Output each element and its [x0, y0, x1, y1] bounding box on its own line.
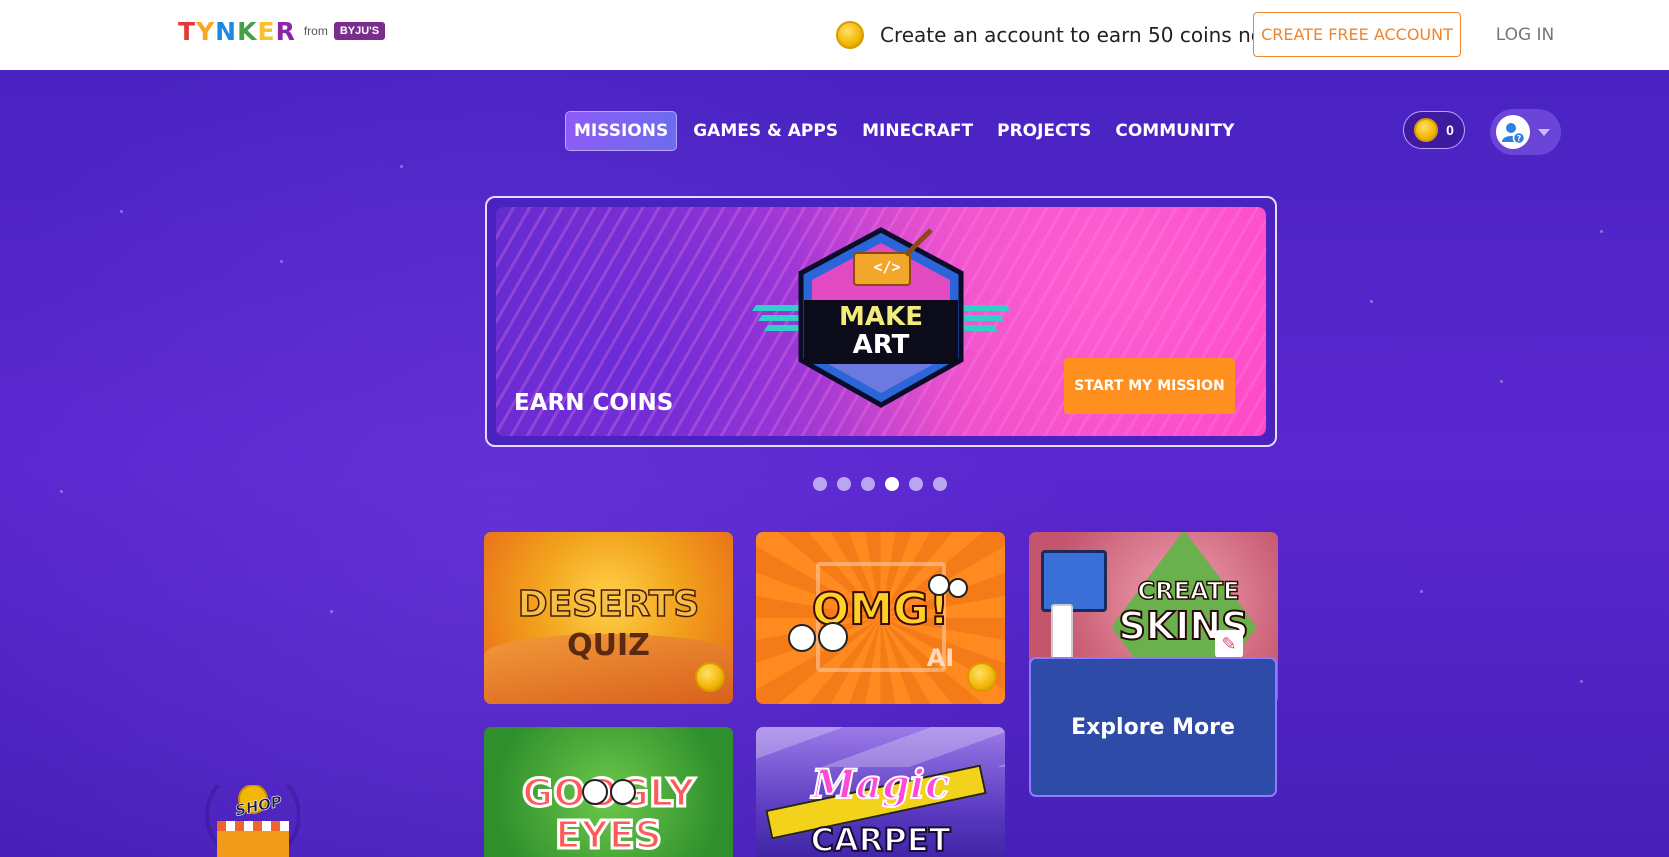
nav-community[interactable]: COMMUNITY: [1107, 112, 1242, 150]
star-decoration: [1580, 680, 1583, 683]
profile-menu[interactable]: ?: [1490, 109, 1561, 155]
carousel-dot[interactable]: [909, 477, 923, 491]
card-title-line1: GOOGLY: [521, 770, 697, 817]
coin-count: 0: [1446, 122, 1454, 138]
card-title-line2: CARPET: [809, 820, 951, 857]
carousel-dot[interactable]: [861, 477, 875, 491]
logo-from-text: from: [303, 24, 328, 38]
nav-missions[interactable]: MISSIONS: [565, 111, 678, 151]
nav-games-apps[interactable]: GAMES & APPS: [685, 112, 846, 150]
star-decoration: [120, 210, 123, 213]
byjus-badge: BYJU'S: [333, 22, 386, 40]
main-nav: MISSIONS GAMES & APPS MINECRAFT PROJECTS…: [565, 111, 1250, 151]
nav-minecraft[interactable]: MINECRAFT: [854, 112, 981, 150]
googly-eye-icon: [948, 578, 968, 598]
card-title-line2: EYES: [554, 812, 664, 857]
star-decoration: [1500, 380, 1503, 383]
coin-icon: [836, 21, 864, 49]
svg-text:?: ?: [1517, 134, 1522, 143]
star-decoration: [280, 260, 283, 263]
carousel-dot[interactable]: [813, 477, 827, 491]
carousel-dot-active[interactable]: [885, 477, 899, 491]
googly-eye-icon: [928, 574, 950, 596]
mission-banner[interactable]: </> MAKE ART EARN COINS START MY MISSION: [496, 207, 1266, 436]
tynker-logo[interactable]: TYNKER from BYJU'S: [178, 16, 386, 46]
coin-icon: [1414, 118, 1439, 142]
coin-promo: Create an account to earn 50 coins now!: [836, 18, 1287, 52]
explore-more-label: Explore More: [1071, 714, 1235, 740]
star-decoration: [400, 165, 403, 168]
star-decoration: [1370, 300, 1373, 303]
mission-card-googly-eyes[interactable]: GOOGLY EYES: [484, 727, 733, 857]
coin-balance[interactable]: 0: [1403, 111, 1465, 149]
explore-more-card[interactable]: Explore More: [1029, 657, 1277, 797]
coin-icon: [695, 662, 725, 692]
create-free-account-button[interactable]: CREATE FREE ACCOUNT: [1253, 12, 1461, 57]
googly-eye-icon: [610, 779, 636, 805]
star-decoration: [330, 610, 333, 613]
pencil-icon: ✎: [1215, 630, 1243, 658]
star-decoration: [1600, 230, 1603, 233]
mission-card-omg-ai[interactable]: OMG! AI: [756, 532, 1005, 704]
mission-carousel: </> MAKE ART EARN COINS START MY MISSION: [485, 196, 1277, 447]
start-my-mission-button[interactable]: START MY MISSION: [1064, 358, 1235, 414]
card-title-line1: Magic: [811, 760, 951, 809]
make-art-badge: </> MAKE ART: [746, 215, 1016, 415]
carousel-dot[interactable]: [933, 477, 947, 491]
shop-button[interactable]: SHOP: [205, 767, 301, 857]
chevron-down-icon: [1538, 128, 1550, 136]
star-decoration: [1420, 590, 1423, 593]
logo-wordmark: TYNKER: [178, 16, 296, 46]
badge-title-line2: ART: [852, 330, 910, 360]
card-title-line2: QUIZ: [567, 628, 650, 663]
badge-title-line1: MAKE: [839, 302, 923, 332]
nav-projects[interactable]: PROJECTS: [989, 112, 1099, 150]
steve-head-decoration: [1041, 550, 1107, 612]
earn-coins-caption: EARN COINS: [514, 390, 674, 416]
mission-card-deserts-quiz[interactable]: DESERTS QUIZ: [484, 532, 733, 704]
carousel-dots: [813, 477, 947, 491]
top-bar: TYNKER from BYJU'S Create an account to …: [0, 0, 1669, 70]
googly-eye-icon: [788, 624, 816, 652]
user-avatar-icon: ?: [1496, 115, 1530, 149]
log-in-button[interactable]: LOG IN: [1490, 12, 1560, 57]
star-decoration: [60, 490, 63, 493]
promo-text: Create an account to earn 50 coins now!: [880, 23, 1288, 47]
coin-icon: [967, 662, 997, 692]
card-title-line1: DESERTS: [517, 583, 700, 626]
card-title-line1: CREATE: [1137, 576, 1240, 606]
carousel-dot[interactable]: [837, 477, 851, 491]
badge-code-symbol: </>: [873, 258, 901, 276]
card-title-line2: SKINS: [1117, 603, 1249, 649]
main-area: MISSIONS GAMES & APPS MINECRAFT PROJECTS…: [0, 70, 1669, 857]
googly-eye-icon: [818, 622, 848, 652]
mission-card-magic-carpet[interactable]: Magic CARPET: [756, 727, 1005, 857]
googly-eye-icon: [582, 779, 608, 805]
